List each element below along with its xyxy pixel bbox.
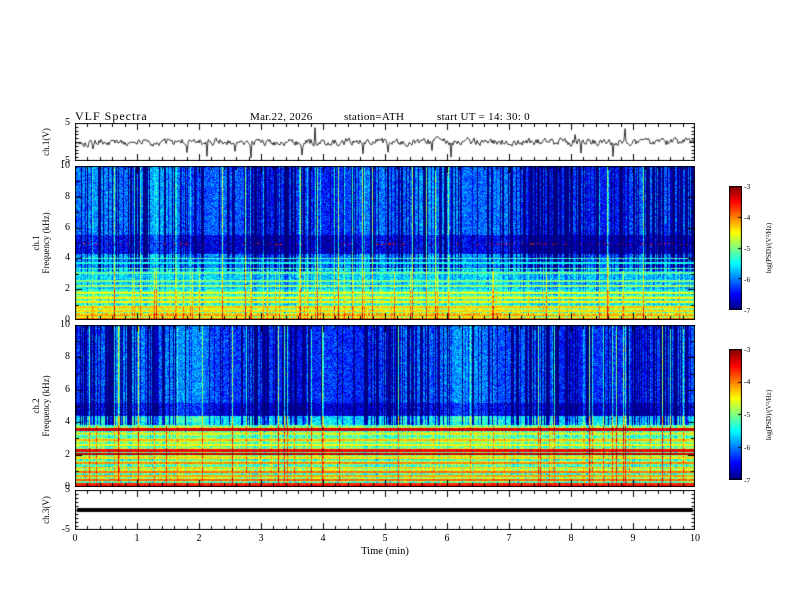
ch3-waveform-canvas bbox=[75, 490, 695, 530]
colorbar-tick-label: -6 bbox=[744, 442, 751, 452]
y-tick-label: 8 bbox=[65, 190, 70, 202]
colorbar-label: log(PSD)/(V²/Hz) bbox=[765, 222, 773, 274]
colorbar-tick-label: -4 bbox=[744, 212, 751, 222]
y-tick-label: 6 bbox=[65, 383, 70, 395]
x-tick-label: 6 bbox=[444, 533, 450, 544]
ch1-wave-y-label: ch.1(V) bbox=[41, 128, 51, 156]
station-name: station=ATH bbox=[344, 111, 405, 123]
y-tick-label: 10 bbox=[60, 319, 70, 330]
y-tick-label: 10 bbox=[60, 160, 70, 171]
colorbar-tick-label: -4 bbox=[744, 377, 751, 387]
x-tick-label: 0 bbox=[72, 533, 78, 544]
y-tick-label: 4 bbox=[65, 252, 70, 264]
colorbar-tick-label: -3 bbox=[744, 181, 751, 191]
x-tick-label: 10 bbox=[690, 533, 700, 544]
plot-title: VLF Spectra bbox=[75, 109, 148, 123]
y-tick-label: 8 bbox=[65, 351, 70, 363]
x-tick-label: 9 bbox=[630, 533, 636, 544]
x-tick-label: 5 bbox=[382, 533, 388, 544]
colorbar-2 bbox=[729, 349, 742, 480]
x-tick-label: 1 bbox=[134, 533, 140, 544]
x-tick-label: 3 bbox=[258, 533, 264, 544]
x-tick-label: 8 bbox=[568, 533, 574, 544]
x-tick-label: 2 bbox=[196, 533, 202, 544]
observation-date: Mar.22, 2026 bbox=[250, 111, 313, 123]
colorbar-tick-label: -3 bbox=[744, 344, 751, 354]
y-tick-label: 2 bbox=[65, 448, 70, 460]
colorbar-tick-label: -5 bbox=[744, 243, 751, 253]
y-tick-label: 6 bbox=[65, 221, 70, 233]
ch1-waveform-canvas bbox=[75, 123, 695, 161]
y-tick-label: 5 bbox=[65, 484, 70, 495]
y-tick-label: 2 bbox=[65, 283, 70, 295]
start-time: start UT = 14: 30: 0 bbox=[437, 111, 530, 123]
colorbar-tick-label: -7 bbox=[744, 475, 751, 485]
y-tick-label: 4 bbox=[65, 416, 70, 428]
colorbar-tick-label: -7 bbox=[744, 305, 751, 315]
x-tick-label: 4 bbox=[320, 533, 326, 544]
colorbar-tick-label: -6 bbox=[744, 274, 751, 284]
ch3-wave-y-label: ch.3(V) bbox=[41, 496, 51, 524]
vlf-spectra-figure: VLF Spectra Mar.22, 2026 station=ATH sta… bbox=[0, 0, 792, 612]
x-tick-label: 7 bbox=[506, 533, 512, 544]
x-axis-label: Time (min) bbox=[361, 546, 409, 557]
colorbar-1 bbox=[729, 186, 742, 310]
ch2-spectrogram-canvas bbox=[75, 325, 695, 487]
colorbar-tick-label: -5 bbox=[744, 410, 751, 419]
colorbar-label: log(PSD)/(V²/Hz) bbox=[765, 389, 773, 440]
y-tick-label: 5 bbox=[65, 117, 70, 128]
ch1-spectrogram-canvas bbox=[75, 166, 695, 320]
